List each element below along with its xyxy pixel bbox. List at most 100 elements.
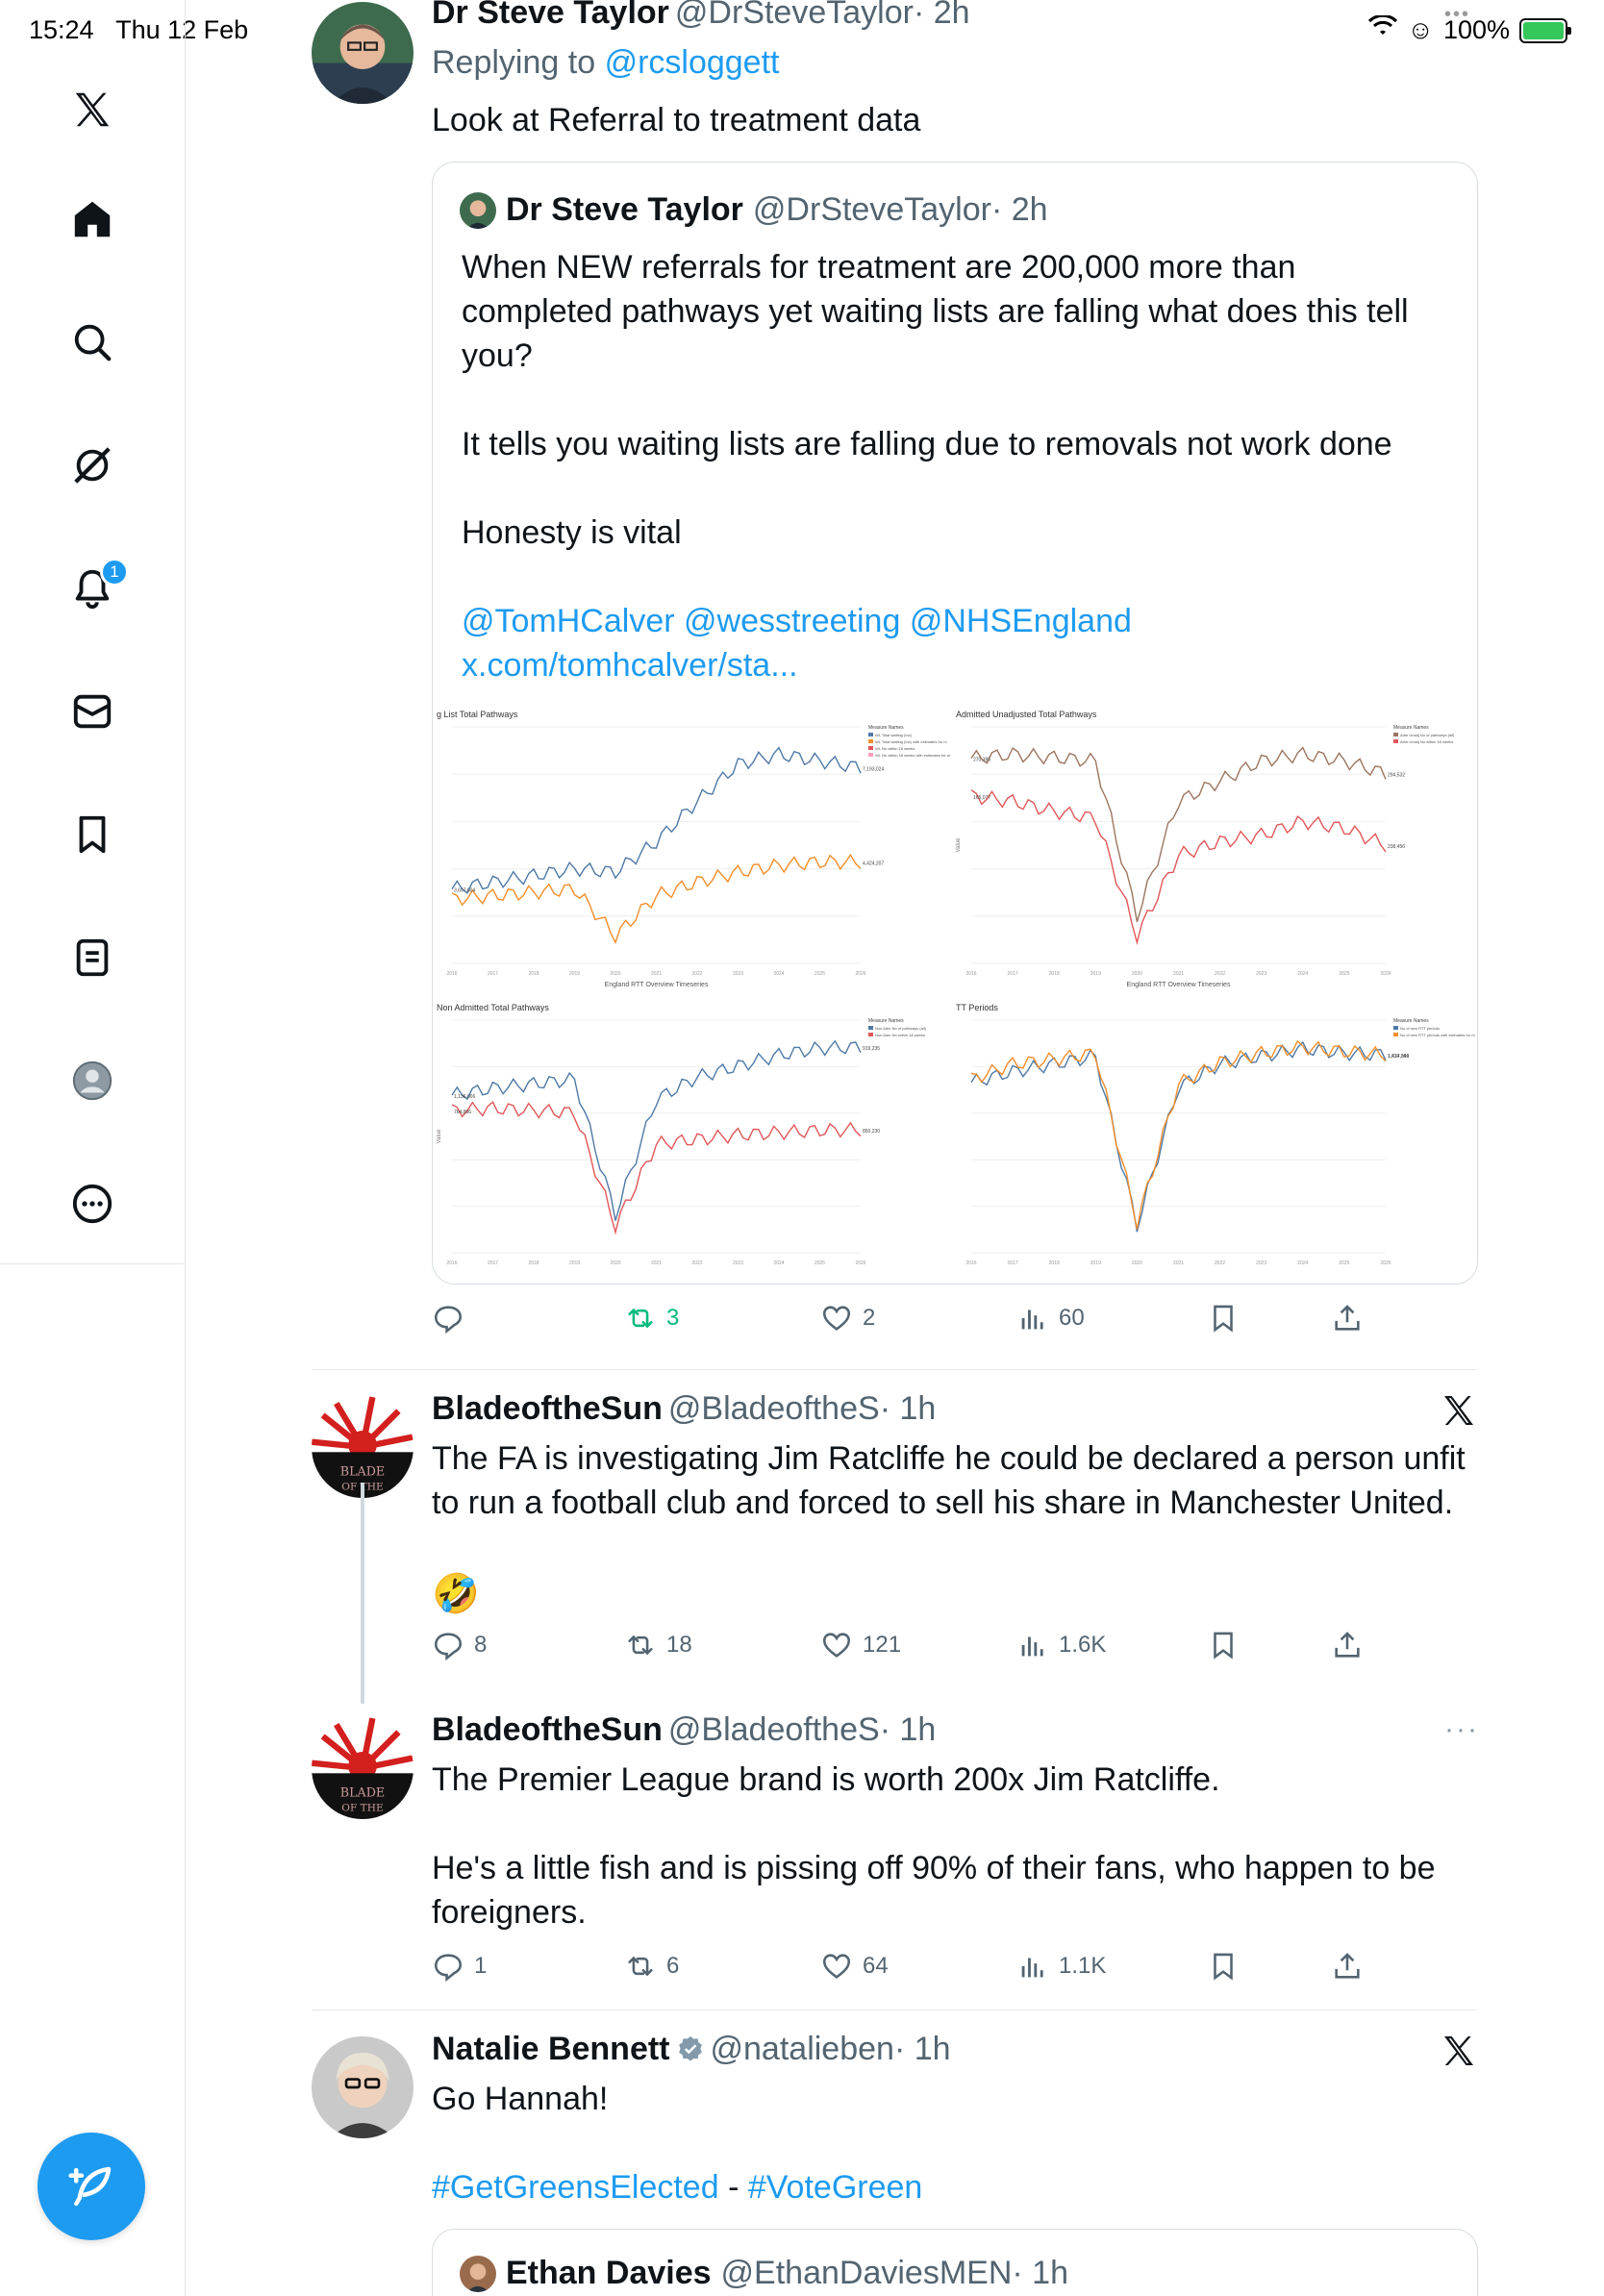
tweet-text: Go Hannah! [432, 2081, 609, 2117]
repost-button[interactable]: 18 [624, 1629, 692, 1661]
data-label: 7,193,024 [863, 766, 884, 772]
x-tick-label: 2019 [569, 1260, 580, 1266]
share-button[interactable] [1331, 1302, 1364, 1335]
x-tick-label: 2022 [691, 1260, 702, 1266]
quote-mentions[interactable]: @TomHCalver @wesstreeting @NHSEngland x.… [462, 599, 1452, 687]
share-button[interactable] [1331, 1950, 1364, 1983]
more-options-icon[interactable]: ··· [1444, 1713, 1479, 1746]
profile-avatar-icon[interactable] [65, 1054, 119, 1108]
timestamp[interactable]: · 2h [914, 0, 970, 31]
quoted-tweet[interactable]: Dr Steve Taylor @DrSteveTaylor · 2h When… [432, 162, 1478, 1285]
quote-handle: @EthanDaviesMEN [720, 2255, 1013, 2291]
x-tick-label: 2018 [1049, 1260, 1060, 1266]
chart-waiting-list[interactable]: g List Total Pathways 2016 2017 2018 2019 202… [433, 706, 952, 994]
timestamp[interactable]: · 1h [880, 1390, 937, 1427]
hashtag-link[interactable]: #VoteGreen [748, 2169, 922, 2206]
chart-svg: TT Periods 2016 2017 2018 2019 2020 2021 2022 20… [956, 1003, 1475, 1266]
bookmark-button[interactable] [1207, 1302, 1240, 1335]
views-button[interactable]: 60 [1016, 1302, 1085, 1335]
x-logo-icon[interactable] [65, 83, 119, 137]
home-icon[interactable] [65, 192, 119, 246]
legend-swatch [868, 746, 873, 750]
legend-label: No of new RTT periods [1400, 1026, 1440, 1031]
bookmark-button[interactable] [1207, 1629, 1240, 1661]
legend-label: Adm Unadj No of pathways (all) [1400, 733, 1455, 737]
search-icon[interactable] [65, 315, 119, 369]
x-tick-label: 2025 [1339, 1260, 1349, 1266]
avatar[interactable] [312, 2036, 414, 2138]
series-line [970, 1039, 1387, 1230]
quote-avatar [460, 2255, 496, 2292]
reply-icon [434, 1954, 463, 1983]
chart-non-admitted[interactable]: Non Admitted Total Pathways 2016 2017 2018 2… [433, 999, 952, 1284]
reply-button[interactable]: 1 [432, 1950, 487, 1983]
data-label: 270,395 [973, 758, 990, 763]
like-button[interactable]: 64 [820, 1950, 889, 1983]
reply-button[interactable]: 8 [432, 1629, 487, 1661]
avatar[interactable] [312, 2, 414, 104]
legend-swatch [1393, 733, 1398, 736]
bookmark-button[interactable] [1207, 1950, 1240, 1983]
x-tick-label: 2019 [1090, 971, 1101, 977]
timestamp[interactable]: · 1h [880, 1711, 937, 1748]
handle[interactable]: @BladeoftheS [668, 1390, 880, 1427]
like-button[interactable]: 2 [820, 1302, 875, 1335]
timestamp[interactable]: · 1h [894, 2031, 951, 2067]
x-tick-label: 2023 [1256, 971, 1266, 977]
messages-icon[interactable] [65, 685, 119, 738]
quote-header: Dr Steve Taylor @DrSteveTaylor · 2h [460, 191, 1048, 229]
handle[interactable]: @natalieben [711, 2031, 894, 2067]
data-label: 919,235 [863, 1046, 880, 1052]
more-icon[interactable] [65, 1177, 119, 1231]
like-button[interactable]: 121 [820, 1629, 901, 1661]
chart-svg: Admitted Unadjusted Total Pathways 2016 20… [956, 710, 1455, 988]
bookmark-icon [1214, 1305, 1233, 1333]
legend-title: Measure Names [868, 725, 904, 731]
display-name[interactable]: BladeoftheSun [432, 1390, 663, 1427]
x-tick-label: 2022 [691, 971, 702, 977]
handle[interactable]: @BladeoftheS [668, 1711, 880, 1748]
heart-icon [822, 1306, 851, 1331]
legend-swatch [868, 739, 873, 743]
x-tick-label: 2017 [1008, 1260, 1018, 1266]
quoted-tweet[interactable]: Ethan Davies @EthanDaviesMEN · 1h [432, 2229, 1478, 2296]
tweet-actions: 1 6 64 1.1K [432, 1950, 1393, 1988]
display-name[interactable]: Natalie Bennett [432, 2031, 670, 2067]
x-tick-label: 2016 [965, 971, 976, 977]
repost-button[interactable]: 6 [624, 1950, 679, 1983]
quote-body: When NEW referrals for treatment are 200… [462, 245, 1452, 732]
chart-title: Non Admitted Total Pathways [437, 1003, 549, 1012]
views-button[interactable]: 1.6K [1016, 1629, 1106, 1661]
legend-swatch [868, 1033, 873, 1036]
repost-icon [628, 1308, 653, 1329]
x-tick-label: 2023 [733, 971, 743, 977]
share-button[interactable] [1331, 1629, 1364, 1661]
views-button[interactable]: 1.1K [1016, 1950, 1106, 1983]
avatar[interactable]: BLADE OF THE [312, 1717, 414, 1819]
x-tick-label: 2018 [528, 971, 539, 977]
compose-button[interactable] [38, 2133, 145, 2240]
x-tick-label: 2021 [1173, 1260, 1184, 1266]
display-name[interactable]: BladeoftheSun [432, 1711, 663, 1748]
handle[interactable]: @DrSteveTaylor [675, 0, 914, 31]
hashtag-link[interactable]: #GetGreensElected [432, 2169, 719, 2206]
grok-icon[interactable] [65, 438, 119, 492]
x-tick-label: 2018 [528, 1260, 539, 1266]
legend-label: Adm Unadj No within 18 weeks [1400, 739, 1453, 744]
display-name[interactable]: Dr Steve Taylor [432, 0, 669, 31]
reply-to-link[interactable]: @rcsloggett [605, 44, 780, 81]
reply-button[interactable] [432, 1302, 474, 1335]
chart-admitted[interactable]: Admitted Unadjusted Total Pathways 2016 20… [952, 706, 1477, 994]
x-tick-label: 2020 [610, 971, 620, 977]
x-tick-label: 2020 [1132, 1260, 1142, 1266]
bookmarks-icon[interactable] [65, 808, 119, 861]
notification-badge: 1 [100, 558, 129, 586]
heart-icon [822, 1633, 851, 1658]
heart-icon [822, 1954, 851, 1979]
lists-icon[interactable] [65, 931, 119, 985]
chart-rtt-periods[interactable]: TT Periods 2016 2017 2018 2019 2020 2021 2022 20… [952, 999, 1477, 1284]
series-line [451, 1039, 862, 1221]
repost-button[interactable]: 3 [624, 1302, 679, 1335]
tweet-actions: 3 2 60 [432, 1302, 1393, 1340]
bookmark-icon [1214, 1632, 1233, 1660]
